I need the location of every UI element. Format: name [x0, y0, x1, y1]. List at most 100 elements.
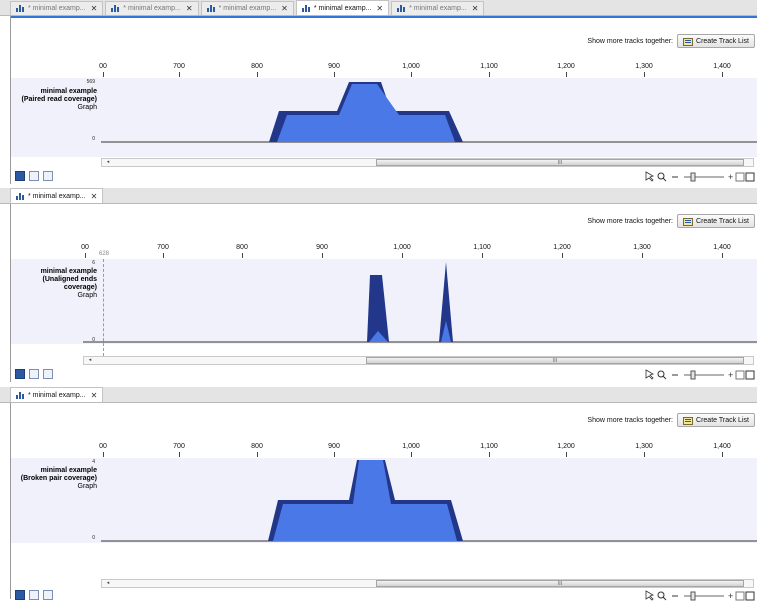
show-more-tracks-label: Show more tracks together: — [587, 218, 673, 225]
editor-tab[interactable]: * minimal examp... ✕ — [105, 1, 199, 15]
scrollbar-thumb[interactable]: III — [376, 580, 744, 587]
ruler-tick — [163, 253, 164, 258]
scroll-left-icon[interactable]: ◂ — [104, 159, 112, 166]
editor-tab[interactable]: * minimal examp... ✕ — [10, 1, 104, 15]
editor-tab-label: * minimal examp... — [218, 5, 277, 12]
create-track-list-label: Create Track List — [696, 37, 749, 45]
ruler-tick — [482, 253, 483, 258]
close-icon[interactable]: ✕ — [91, 391, 98, 400]
track-view-broken-pair: Show more tracks together: Create Track … — [10, 403, 757, 601]
ruler-tick — [322, 253, 323, 258]
editor-tab-label: * minimal examp... — [28, 391, 86, 399]
ruler-tick-label: 1,200 — [553, 244, 571, 251]
coverage-graph — [101, 460, 757, 542]
ruler-tick-label: 700 — [173, 63, 185, 70]
editor-tab-bar: * minimal examp... ✕ — [0, 188, 757, 204]
ruler-tick — [334, 72, 335, 77]
create-track-list-label: Create Track List — [696, 416, 749, 424]
ruler-tick — [722, 452, 723, 457]
ruler-tick — [566, 72, 567, 77]
scrollbar-thumb[interactable]: III — [366, 357, 744, 364]
ruler-tick-label: 900 — [328, 63, 340, 70]
cursor-position-label: 628 — [99, 251, 110, 257]
close-icon[interactable]: ✕ — [91, 192, 98, 201]
horizontal-scrollbar[interactable]: ◂ III ▸ — [101, 158, 754, 167]
zoom-plus-icon: + — [728, 370, 733, 380]
track-list-icon — [683, 37, 694, 46]
editor-tab[interactable]: * minimal examp... ✕ — [200, 1, 294, 15]
ruler-tick — [562, 253, 563, 258]
ruler-tick — [411, 72, 412, 77]
zoom-controls[interactable]: + — [644, 369, 756, 380]
graph-track-icon — [16, 5, 25, 12]
editor-tab-active[interactable]: * minimal examp... ✕ — [10, 387, 104, 402]
zoom-controls[interactable]: + — [644, 590, 756, 601]
scroll-grip: III — [557, 160, 563, 166]
ruler-tick — [566, 452, 567, 457]
ruler-tick — [334, 452, 335, 457]
ruler-tick — [179, 452, 180, 457]
track-name-line: minimal example — [40, 467, 97, 474]
ruler-tick — [242, 253, 243, 258]
create-track-list-button[interactable]: Create Track List — [677, 214, 755, 228]
ruler-tick-label: 900 — [328, 443, 340, 450]
coverage-graph — [101, 82, 757, 143]
scroll-grip: III — [557, 581, 563, 587]
scrollbar-thumb[interactable]: III — [376, 159, 744, 166]
close-icon[interactable]: ✕ — [376, 4, 383, 13]
ruler-tick — [489, 452, 490, 457]
ruler-tick — [489, 72, 490, 77]
scroll-grip: III — [552, 358, 558, 364]
track-name: minimal example (Broken pair coverage) G… — [11, 467, 97, 491]
create-track-list-button[interactable]: Create Track List — [677, 413, 755, 427]
fit-width-icon — [735, 172, 745, 182]
scroll-left-icon[interactable]: ◂ — [86, 357, 94, 364]
track-type: Graph — [77, 104, 97, 111]
ruler-tick-label: 800 — [251, 63, 263, 70]
ruler-tick — [257, 72, 258, 77]
horizontal-scrollbar[interactable]: ◂ III ▸ — [101, 579, 754, 588]
editor-tab-label: * minimal examp... — [313, 4, 372, 12]
track-name-line: (Broken pair coverage) — [20, 475, 97, 482]
ruler-tick-label: 1,100 — [480, 63, 498, 70]
ruler-tick-label: 1,300 — [635, 443, 653, 450]
zoom-to-base-icon — [745, 172, 755, 182]
track-type: Graph — [77, 483, 97, 490]
show-more-tracks-label: Show more tracks together: — [587, 38, 673, 45]
ruler-tick-label: 1,000 — [402, 443, 420, 450]
editor-tab-bar: * minimal examp... ✕ * minimal examp... … — [0, 0, 757, 16]
track-view-icon[interactable] — [15, 171, 25, 181]
graph-track-icon — [16, 391, 25, 399]
editor-tab[interactable]: * minimal examp... ✕ — [391, 1, 485, 15]
ruler-tick-label: 1,200 — [557, 63, 575, 70]
close-icon[interactable]: ✕ — [281, 4, 288, 13]
scroll-left-icon[interactable]: ◂ — [104, 580, 112, 587]
close-icon[interactable]: ✕ — [472, 4, 479, 13]
zoom-plus-icon: + — [728, 172, 733, 182]
history-icon[interactable] — [43, 171, 53, 181]
ruler-tick-label: 1,400 — [713, 443, 731, 450]
table-view-icon[interactable] — [29, 369, 39, 379]
active-view-indicator — [11, 16, 757, 18]
ruler-tick-label: 700 — [157, 244, 169, 251]
view-bottom-bar: + — [11, 368, 757, 381]
horizontal-scrollbar[interactable]: ◂ III ▸ — [83, 356, 754, 365]
ruler-tick-label: 1,300 — [633, 244, 651, 251]
coverage-graph — [83, 262, 757, 343]
zoom-slider-handle — [690, 370, 696, 380]
show-more-tracks-label: Show more tracks together: — [587, 417, 673, 424]
history-icon[interactable] — [43, 369, 53, 379]
close-icon[interactable]: ✕ — [91, 4, 98, 13]
create-track-list-button[interactable]: Create Track List — [677, 34, 755, 48]
ruler-tick-label: 900 — [316, 244, 328, 251]
zoom-controls[interactable]: + — [644, 171, 756, 182]
track-view-icon[interactable] — [15, 369, 25, 379]
close-icon[interactable]: ✕ — [186, 4, 193, 13]
editor-tab-active[interactable]: * minimal examp... ✕ — [295, 0, 390, 15]
ruler-tick — [179, 72, 180, 77]
ruler-tick — [642, 253, 643, 258]
table-view-icon[interactable] — [29, 171, 39, 181]
editor-tab-active[interactable]: * minimal examp... ✕ — [10, 188, 104, 203]
editor-tab-bar: * minimal examp... ✕ — [0, 387, 757, 403]
ruler-tick-label: 700 — [173, 443, 185, 450]
